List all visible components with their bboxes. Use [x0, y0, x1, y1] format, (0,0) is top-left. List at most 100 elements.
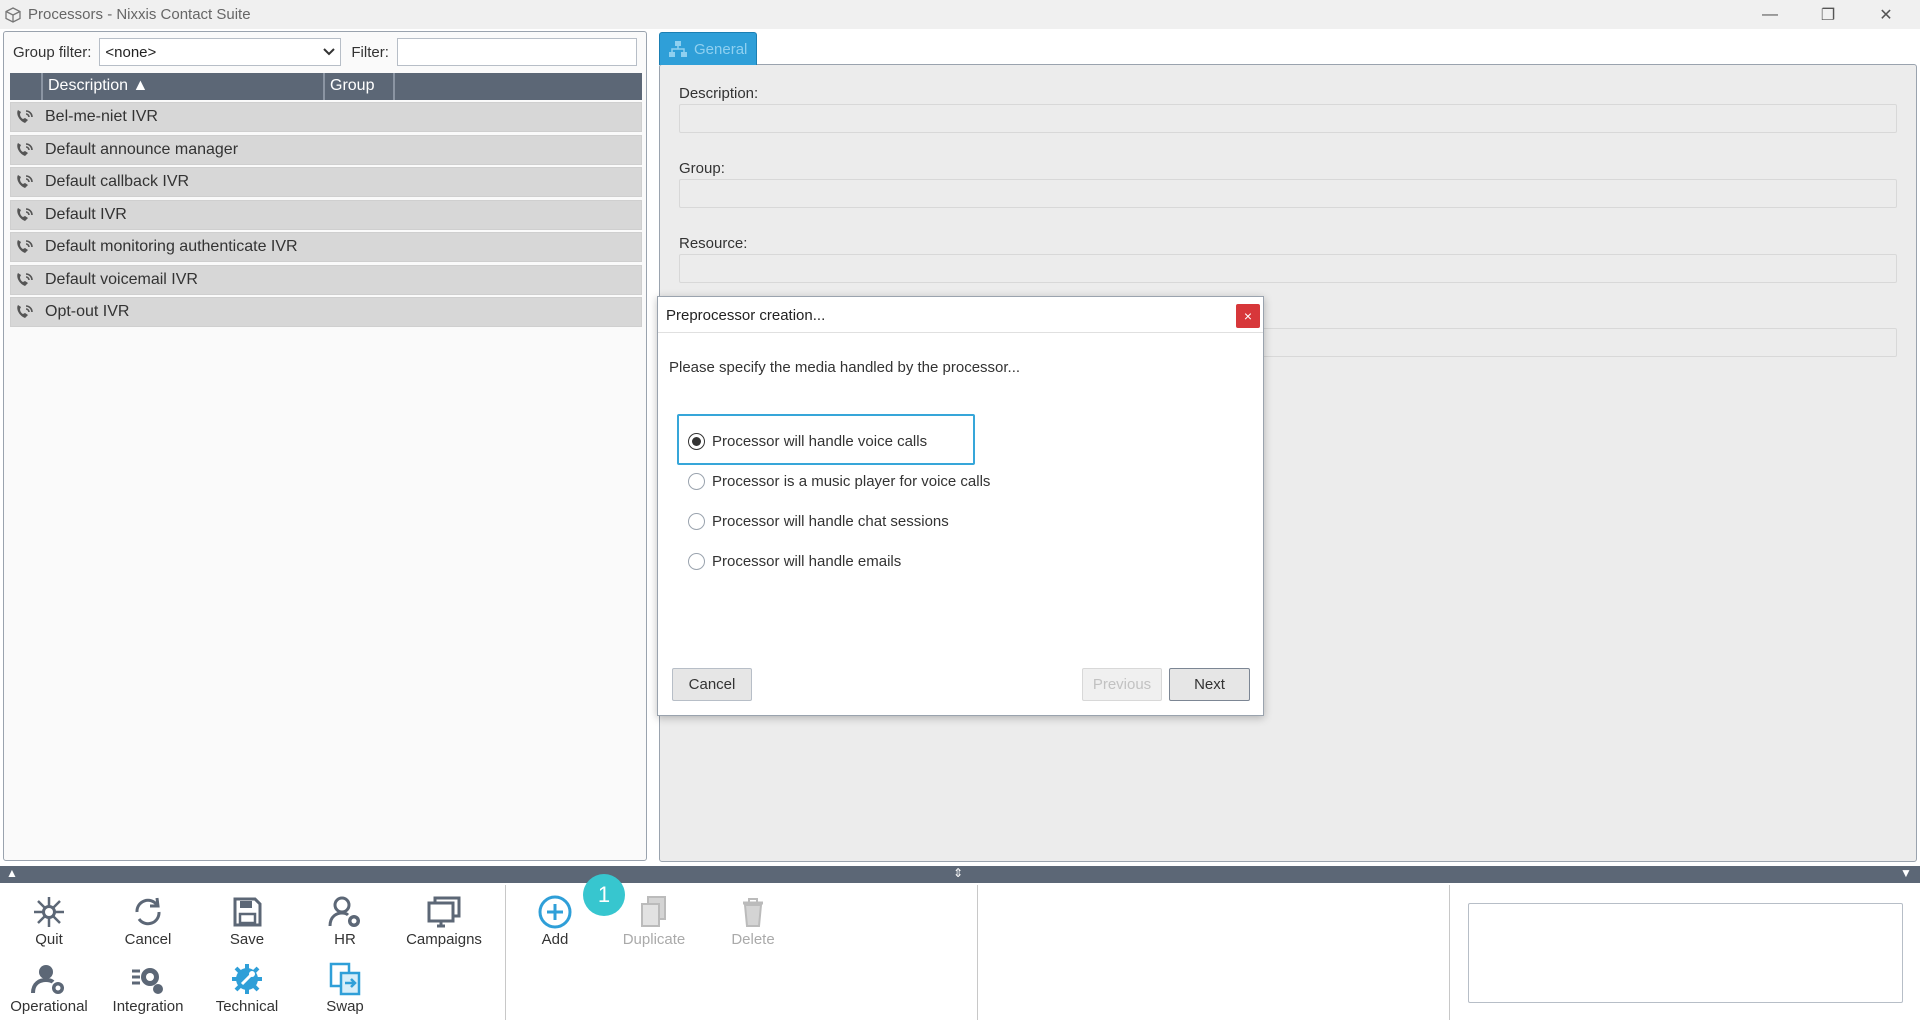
row-description: Bel-me-niet IVR — [45, 108, 158, 125]
row-description: Default callback IVR — [45, 173, 190, 190]
title-bar: Processors - Nixxis Contact Suite — [0, 0, 1920, 29]
integration-icon — [132, 968, 163, 994]
resize-handle-icon[interactable]: ⇕ — [953, 866, 963, 880]
row-description: Default monitoring authenticate IVR — [45, 238, 298, 255]
save-icon — [233, 897, 262, 927]
close-window-button[interactable]: ✕ — [1857, 0, 1915, 29]
cancel-button[interactable]: Cancel — [103, 894, 193, 948]
list-item[interactable]: Bel-me-niet IVR — [10, 102, 642, 132]
technical-label: Technical — [215, 998, 279, 1015]
save-button[interactable]: Save — [202, 894, 292, 948]
filter-label: Filter: — [351, 43, 389, 61]
dialog-close-button[interactable]: × — [1236, 304, 1260, 328]
chevron-down-icon[interactable] — [318, 39, 340, 65]
group-select[interactable] — [679, 179, 1897, 208]
minimize-button[interactable]: — — [1741, 0, 1799, 29]
description-field[interactable] — [679, 104, 1897, 133]
row-description: Opt-out IVR — [45, 303, 130, 320]
delete-label: Delete — [731, 931, 775, 948]
add-label: Add — [541, 931, 569, 948]
phone-icon — [11, 238, 39, 256]
tab-general-label: General — [694, 40, 748, 58]
integration-label: Integration — [112, 998, 184, 1015]
group-filter-select[interactable]: <none> — [99, 38, 342, 66]
row-description: Default IVR — [45, 205, 127, 223]
list-item[interactable]: Default monitoring authenticate IVR — [10, 232, 642, 262]
list-item[interactable]: Default announce manager — [10, 134, 642, 165]
grid-header: Description ▲ Group — [10, 73, 642, 100]
campaigns-icon — [427, 896, 461, 928]
processor-list-panel: Group filter: <none> Filter: Description… — [3, 31, 647, 861]
option-label: Processor will handle voice calls — [712, 433, 928, 450]
splitter-bar[interactable]: ▲ ⇕ ▼ — [0, 866, 1920, 883]
quit-icon — [34, 897, 64, 927]
hierarchy-icon — [669, 41, 687, 57]
dialog-cancel-button[interactable]: Cancel — [672, 668, 752, 701]
filter-bar: Group filter: <none> Filter: — [4, 32, 646, 72]
option-voice-calls[interactable]: Processor will handle voice calls — [688, 433, 927, 450]
cancel-label: Cancel — [124, 931, 172, 948]
group-filter-label: Group filter: — [13, 43, 92, 61]
filter-input[interactable] — [396, 38, 637, 66]
phone-icon — [11, 206, 39, 224]
swap-label: Swap — [326, 998, 364, 1015]
toolbar-divider — [505, 885, 506, 1020]
option-label: Processor will handle chat sessions — [712, 513, 949, 530]
list-item[interactable]: Opt-out IVR — [10, 297, 642, 327]
collapse-down-icon[interactable]: ▼ — [1900, 866, 1912, 880]
list-item[interactable]: Default IVR — [10, 199, 642, 230]
refresh-icon — [135, 897, 161, 926]
column-header-group[interactable]: Group — [325, 73, 395, 100]
previous-button[interactable]: Previous — [1082, 668, 1162, 701]
trash-icon — [743, 898, 763, 927]
description-label: Description: — [679, 85, 759, 102]
resource-label: Resource: — [679, 235, 748, 252]
hr-button[interactable]: HR — [300, 894, 390, 948]
resource-field[interactable] — [679, 254, 1897, 283]
phone-icon — [11, 108, 39, 126]
radio-button[interactable] — [688, 473, 705, 490]
radio-button[interactable] — [688, 513, 705, 530]
duplicate-label: Duplicate — [622, 931, 686, 948]
operational-button[interactable]: Operational — [4, 961, 94, 1015]
collapse-up-icon[interactable]: ▲ — [6, 866, 18, 880]
radio-button[interactable] — [688, 553, 705, 570]
preprocessor-creation-dialog: Preprocessor creation... × Please specif… — [657, 296, 1264, 716]
option-music-player[interactable]: Processor is a music player for voice ca… — [688, 473, 990, 490]
column-header-icon[interactable] — [10, 73, 43, 100]
radio-button-checked[interactable] — [688, 433, 705, 450]
integration-button[interactable]: Integration — [103, 961, 193, 1015]
toolbar-divider — [1449, 885, 1450, 1020]
group-filter-value: <none> — [105, 44, 157, 61]
quit-button[interactable]: Quit — [4, 894, 94, 948]
tab-general[interactable]: General — [659, 32, 757, 65]
option-emails[interactable]: Processor will handle emails — [688, 553, 901, 570]
restore-button[interactable]: ❐ — [1799, 0, 1857, 29]
next-button[interactable]: Next — [1169, 668, 1250, 701]
operational-label: Operational — [10, 998, 88, 1015]
save-label: Save — [229, 931, 265, 948]
swap-button[interactable]: Swap — [300, 961, 390, 1015]
step-badge: 1 — [583, 874, 625, 916]
swap-icon — [329, 962, 361, 996]
column-header-description[interactable]: Description ▲ — [43, 73, 325, 100]
toolbar-divider — [977, 885, 978, 1020]
campaigns-button[interactable]: Campaigns — [399, 894, 489, 948]
list-item[interactable]: Default voicemail IVR — [10, 264, 642, 295]
option-chat-sessions[interactable]: Processor will handle chat sessions — [688, 513, 949, 530]
phone-icon — [11, 303, 39, 321]
technical-button[interactable]: Technical — [202, 961, 292, 1015]
quit-label: Quit — [35, 931, 63, 948]
group-label: Group: — [679, 160, 725, 177]
delete-button[interactable]: Delete — [708, 894, 798, 948]
campaigns-label: Campaigns — [406, 931, 482, 948]
notes-box[interactable] — [1468, 903, 1903, 1003]
phone-icon — [11, 271, 39, 289]
option-label: Processor will handle emails — [712, 553, 902, 570]
list-item[interactable]: Default callback IVR — [10, 167, 642, 197]
option-label: Processor is a music player for voice ca… — [712, 473, 991, 490]
phone-icon — [11, 173, 39, 191]
app-icon — [5, 6, 21, 23]
user-settings-icon — [328, 896, 360, 927]
dialog-title: Preprocessor creation... — [666, 307, 826, 324]
